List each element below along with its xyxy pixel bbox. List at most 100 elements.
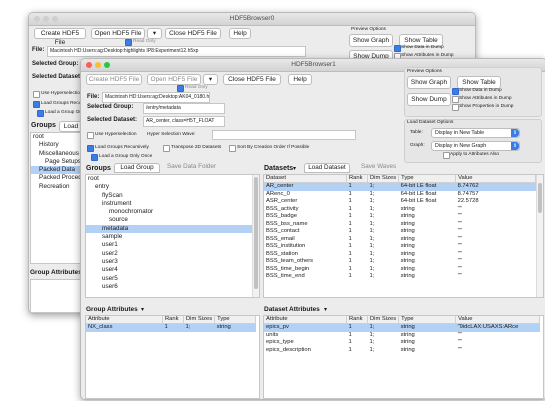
zoom-window-icon[interactable] — [52, 16, 58, 22]
tree-item-5[interactable]: source — [86, 216, 259, 224]
back-close-file-button[interactable]: Close HDF5 File — [165, 28, 221, 39]
tree-item[interactable]: Recreation — [31, 183, 83, 191]
show-data-in-dump-checkbox[interactable] — [452, 88, 459, 95]
datasets-col-header[interactable]: Dataset — [264, 175, 347, 183]
close-file-button[interactable]: Close HDF5 File — [223, 74, 281, 85]
minimize-window-icon[interactable] — [43, 16, 49, 22]
dataset-attr-col-header[interactable]: Type — [398, 316, 457, 324]
table-row[interactable]: ASR_center 1 1; 64-bit LE float 22.5728 — [264, 198, 536, 206]
sort-by-creation-checkbox[interactable] — [229, 145, 236, 152]
tree-item[interactable]: Miscellaneous — [31, 150, 83, 158]
tree-item-6[interactable]: metadata — [86, 224, 259, 234]
tree-item-1[interactable]: entry — [86, 183, 259, 191]
dataset-attr-col-header[interactable]: Dim Sizes — [367, 316, 400, 324]
table-row[interactable]: BSS_institution 1 1; string "" — [264, 243, 536, 251]
table-row[interactable]: BSS_badge 1 1; string "" — [264, 213, 536, 221]
table-row[interactable]: BSS_time_begin 1 1; string "" — [264, 266, 536, 274]
back-open-menu-button[interactable]: ▾ — [147, 28, 162, 39]
transpose-2d-checkbox[interactable] — [163, 145, 170, 152]
group-attr-col-header[interactable]: Attribute — [86, 316, 163, 324]
tree-item-13[interactable]: user6 — [86, 283, 259, 291]
dataset-attributes-table[interactable]: Attribute Rank Dim Sizes Type Value epic… — [263, 315, 544, 399]
save-data-folder-tab[interactable]: Save Data Folder — [167, 163, 216, 171]
tree-item[interactable]: Packed Proced — [31, 174, 83, 182]
table-row[interactable]: NX_class 1 1; string — [86, 323, 256, 332]
back-create-file-button[interactable]: Create HDF5 File — [34, 28, 86, 46]
tree-item-10[interactable]: user3 — [86, 258, 259, 266]
tree-item-11[interactable]: user4 — [86, 266, 259, 274]
datasets-col-header[interactable]: Value — [455, 175, 536, 183]
group-attr-col-header[interactable]: Dim Sizes — [183, 316, 216, 324]
datasets-col-header[interactable]: Type — [398, 175, 457, 183]
hdf5-browser-front-window[interactable]: HDF5Browser1 Create HDF5 File Open HDF5 … — [80, 58, 545, 400]
save-waves-tab[interactable]: Save Waves — [361, 163, 396, 171]
back-use-hyperselection-checkbox[interactable] — [33, 91, 40, 98]
tree-item-9[interactable]: user2 — [86, 250, 259, 258]
show-properties-in-dump-checkbox[interactable] — [452, 104, 459, 111]
zoom-window-icon[interactable] — [104, 62, 110, 68]
table-row[interactable]: BSS_bss_name 1 1; string "" — [264, 221, 536, 229]
datasets-menu-icon[interactable]: ▾ — [293, 165, 296, 172]
help-button[interactable]: Help — [288, 74, 312, 85]
groups-scrollbar[interactable] — [252, 175, 259, 297]
tree-item[interactable]: Packed Data — [31, 166, 83, 175]
show-graph-button[interactable]: Show Graph — [407, 76, 451, 89]
read-only-checkbox[interactable] — [177, 85, 184, 92]
table-row[interactable]: AR_center 1 1; 64-bit LE float 8.74762 — [264, 182, 536, 191]
table-row[interactable]: units 1 1; string "" — [264, 332, 540, 340]
table-row[interactable]: BSS_station 1 1; string "" — [264, 251, 536, 259]
group-attributes-table[interactable]: Attribute Rank Dim Sizes Type NX_class 1 1… — [85, 315, 260, 399]
back-open-file-button[interactable]: Open HDF5 File — [91, 28, 145, 39]
load-dataset-tab[interactable]: Load Dataset — [304, 163, 350, 173]
back-title-bar[interactable]: HDF5Browser0 — [29, 13, 475, 26]
table-row[interactable]: epics_type 1 1; string "" — [264, 339, 540, 347]
create-file-button[interactable]: Create HDF5 File — [86, 74, 142, 85]
table-row[interactable]: BSS_contact 1 1; string "" — [264, 228, 536, 236]
table-row[interactable]: ARenc_0 1 1; 64-bit LE float 8.74757 — [264, 191, 536, 199]
back-help-button[interactable]: Help — [229, 28, 251, 39]
group-attr-col-header[interactable]: Type — [214, 316, 256, 324]
tree-item-7[interactable]: sample — [86, 233, 259, 241]
dataset-attr-col-header[interactable]: Attribute — [264, 316, 347, 324]
back-read-only-checkbox[interactable] — [125, 39, 132, 46]
hyperselection-wave-field[interactable] — [212, 130, 356, 140]
load-group-once-checkbox[interactable] — [91, 154, 98, 161]
show-dump-button[interactable]: Show Dump — [407, 93, 451, 106]
close-window-icon[interactable] — [86, 62, 92, 68]
tree-item[interactable]: root — [31, 133, 83, 141]
close-window-icon[interactable] — [34, 16, 40, 22]
datasets-table[interactable]: Dataset Rank Dim Sizes Type Value AR_cen… — [263, 174, 544, 298]
table-row[interactable]: BSS_time_end 1 1; string "" — [264, 273, 536, 281]
tree-item[interactable]: Page Setups — [31, 158, 83, 166]
back-load-recursive-checkbox[interactable] — [33, 101, 40, 108]
back-groups-tree[interactable]: root History Miscellaneous Page Setups P… — [30, 132, 84, 264]
datasets-scroll-thumb[interactable] — [538, 183, 542, 213]
open-menu-button[interactable]: ▾ — [203, 74, 218, 85]
datasets-col-header[interactable]: Rank — [346, 175, 368, 183]
load-group-tab[interactable]: Load Group — [114, 163, 160, 173]
use-hyperselection-checkbox[interactable] — [87, 132, 94, 139]
group-attributes-menu-icon[interactable]: ▾ — [141, 306, 144, 313]
datasets-col-header[interactable]: Dim Sizes — [367, 175, 400, 183]
table-row[interactable]: epics_pv 1 1; string "9idcLAX:USAXS:ARce — [264, 323, 540, 332]
back-show-data-dump-checkbox[interactable] — [394, 45, 401, 52]
tree-item-8[interactable]: user1 — [86, 241, 259, 249]
tree-item-2[interactable]: flyScan — [86, 192, 259, 200]
back-show-graph-button[interactable]: Show Graph — [349, 34, 393, 47]
groups-scroll-thumb[interactable] — [254, 177, 258, 289]
table-row[interactable]: BSS_activity 1 1; string "" — [264, 206, 536, 214]
group-attr-col-header[interactable]: Rank — [162, 316, 184, 324]
tree-item-4[interactable]: monochromator — [86, 208, 259, 216]
load-groups-recursively-checkbox[interactable] — [87, 145, 94, 152]
table-display-select[interactable]: Display in New Table ⇕ — [431, 128, 520, 138]
apply-to-attributes-checkbox[interactable] — [443, 152, 450, 159]
dataset-attr-col-header[interactable]: Value — [455, 316, 540, 324]
dataset-attributes-menu-icon[interactable]: ▾ — [324, 306, 327, 313]
back-load-once-checkbox[interactable] — [37, 110, 44, 117]
tree-item[interactable]: History — [31, 141, 83, 149]
table-row[interactable]: BSS_team_others 1 1; string "" — [264, 258, 536, 266]
graph-display-select[interactable]: Display in New Graph ⇕ — [431, 141, 520, 151]
minimize-window-icon[interactable] — [95, 62, 101, 68]
tree-item-3[interactable]: instrument — [86, 200, 259, 208]
open-file-button[interactable]: Open HDF5 File — [147, 74, 201, 85]
